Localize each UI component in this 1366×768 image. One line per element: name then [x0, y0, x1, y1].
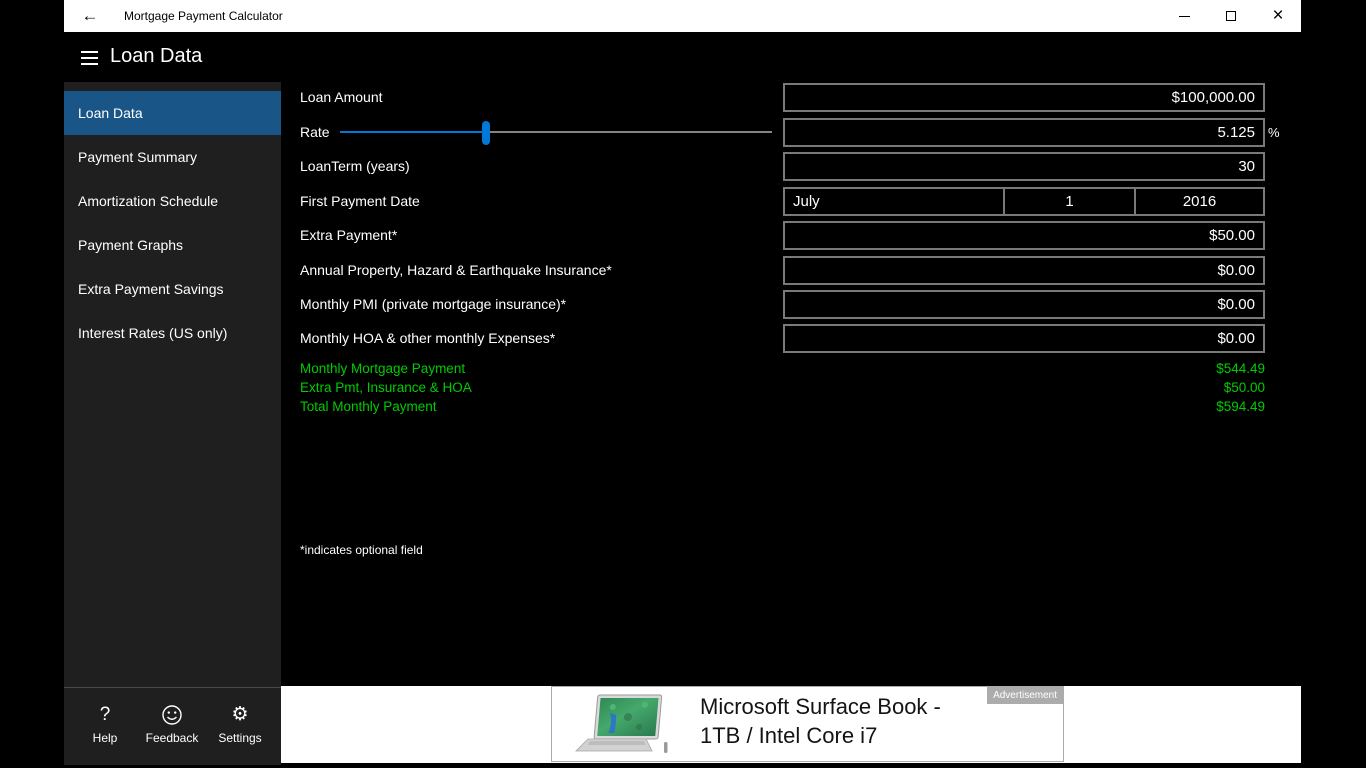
surface-book-image [568, 693, 680, 762]
feedback-label: Feedback [145, 731, 199, 745]
ad-title-line1: Microsoft Surface Book - [700, 694, 941, 719]
settings-button[interactable]: ⚙ Settings [209, 702, 271, 745]
sidebar-item-interest-rates[interactable]: Interest Rates (US only) [64, 311, 281, 355]
pmi-label: Monthly PMI (private mortgage insurance)… [300, 296, 567, 312]
minimize-icon [1178, 15, 1190, 17]
loan-term-label: LoanTerm (years) [300, 158, 410, 174]
maximize-icon [1226, 11, 1236, 21]
rate-input[interactable] [783, 118, 1265, 147]
smiley-face-icon [141, 702, 203, 728]
insurance-input[interactable] [783, 256, 1265, 285]
pmi-input[interactable] [783, 290, 1265, 319]
loan-term-input[interactable] [783, 152, 1265, 181]
date-day-cell[interactable]: 1 [1003, 189, 1134, 214]
date-month-cell[interactable]: July [785, 189, 1003, 214]
extra-payment-label: Extra Payment* [300, 227, 398, 243]
ad-banner[interactable]: Microsoft Surface Book - 1TB / Intel Cor… [551, 686, 1064, 762]
minimize-button[interactable] [1161, 0, 1207, 32]
total-monthly-payment-value: $594.49 [1216, 399, 1265, 414]
first-payment-date-picker: July 1 2016 [783, 187, 1265, 216]
help-label: Help [92, 731, 118, 745]
rate-slider[interactable] [340, 118, 772, 147]
help-button[interactable]: ? Help [74, 702, 136, 745]
rate-label: Rate [300, 124, 330, 140]
ad-title-line2: 1TB / Intel Core i7 [700, 723, 878, 748]
app-window: ← Mortgage Payment Calculator × Loan Dat… [64, 0, 1301, 765]
feedback-button[interactable]: Feedback [141, 702, 203, 745]
close-icon: × [1272, 5, 1284, 26]
total-monthly-payment-label: Total Monthly Payment [300, 399, 437, 414]
settings-label: Settings [218, 731, 262, 745]
advertisement-badge: Advertisement [987, 687, 1063, 704]
back-arrow-icon: ← [81, 6, 99, 25]
extra-payment-input[interactable] [783, 221, 1265, 250]
maximize-button[interactable] [1208, 0, 1254, 32]
loan-amount-label: Loan Amount [300, 89, 383, 105]
back-button[interactable]: ← [74, 0, 106, 32]
sidebar-item-loan-data[interactable]: Loan Data [64, 91, 281, 135]
sidebar-item-extra-payment-savings[interactable]: Extra Payment Savings [64, 267, 281, 311]
sidebar-item-payment-summary[interactable]: Payment Summary [64, 135, 281, 179]
close-button[interactable]: × [1255, 0, 1301, 32]
extra-pmt-insurance-hoa-label: Extra Pmt, Insurance & HOA [300, 380, 472, 395]
hoa-label: Monthly HOA & other monthly Expenses* [300, 330, 556, 346]
ad-text: Microsoft Surface Book - 1TB / Intel Cor… [700, 692, 941, 750]
loan-amount-input[interactable] [783, 83, 1265, 112]
extra-pmt-insurance-hoa-value: $50.00 [1223, 380, 1265, 395]
sidebar-item-amortization-schedule[interactable]: Amortization Schedule [64, 179, 281, 223]
question-mark-icon: ? [99, 704, 111, 725]
hamburger-icon[interactable] [81, 51, 101, 66]
rate-slider-thumb[interactable] [482, 121, 490, 145]
optional-field-note: *indicates optional field [300, 543, 423, 557]
gear-icon: ⚙ [231, 704, 249, 725]
sidebar-footer: ? Help Feedback ⚙ Settings [64, 687, 281, 765]
monthly-mortgage-payment-value: $544.49 [1216, 361, 1265, 376]
titlebar: ← Mortgage Payment Calculator × [64, 0, 1301, 32]
date-year-cell[interactable]: 2016 [1134, 189, 1263, 214]
sidebar: Loan Data Payment Summary Amortization S… [64, 82, 281, 765]
hoa-input[interactable] [783, 324, 1265, 353]
page-title: Loan Data [110, 45, 203, 67]
rate-unit-label: % [1268, 125, 1280, 140]
insurance-label: Annual Property, Hazard & Earthquake Ins… [300, 262, 612, 278]
ad-strip: Microsoft Surface Book - 1TB / Intel Cor… [281, 686, 1301, 763]
first-payment-date-label: First Payment Date [300, 193, 420, 209]
sidebar-nav: Loan Data Payment Summary Amortization S… [64, 91, 281, 355]
rate-slider-fill [340, 131, 486, 133]
window-title: Mortgage Payment Calculator [124, 9, 283, 23]
monthly-mortgage-payment-label: Monthly Mortgage Payment [300, 361, 466, 376]
sidebar-item-payment-graphs[interactable]: Payment Graphs [64, 223, 281, 267]
